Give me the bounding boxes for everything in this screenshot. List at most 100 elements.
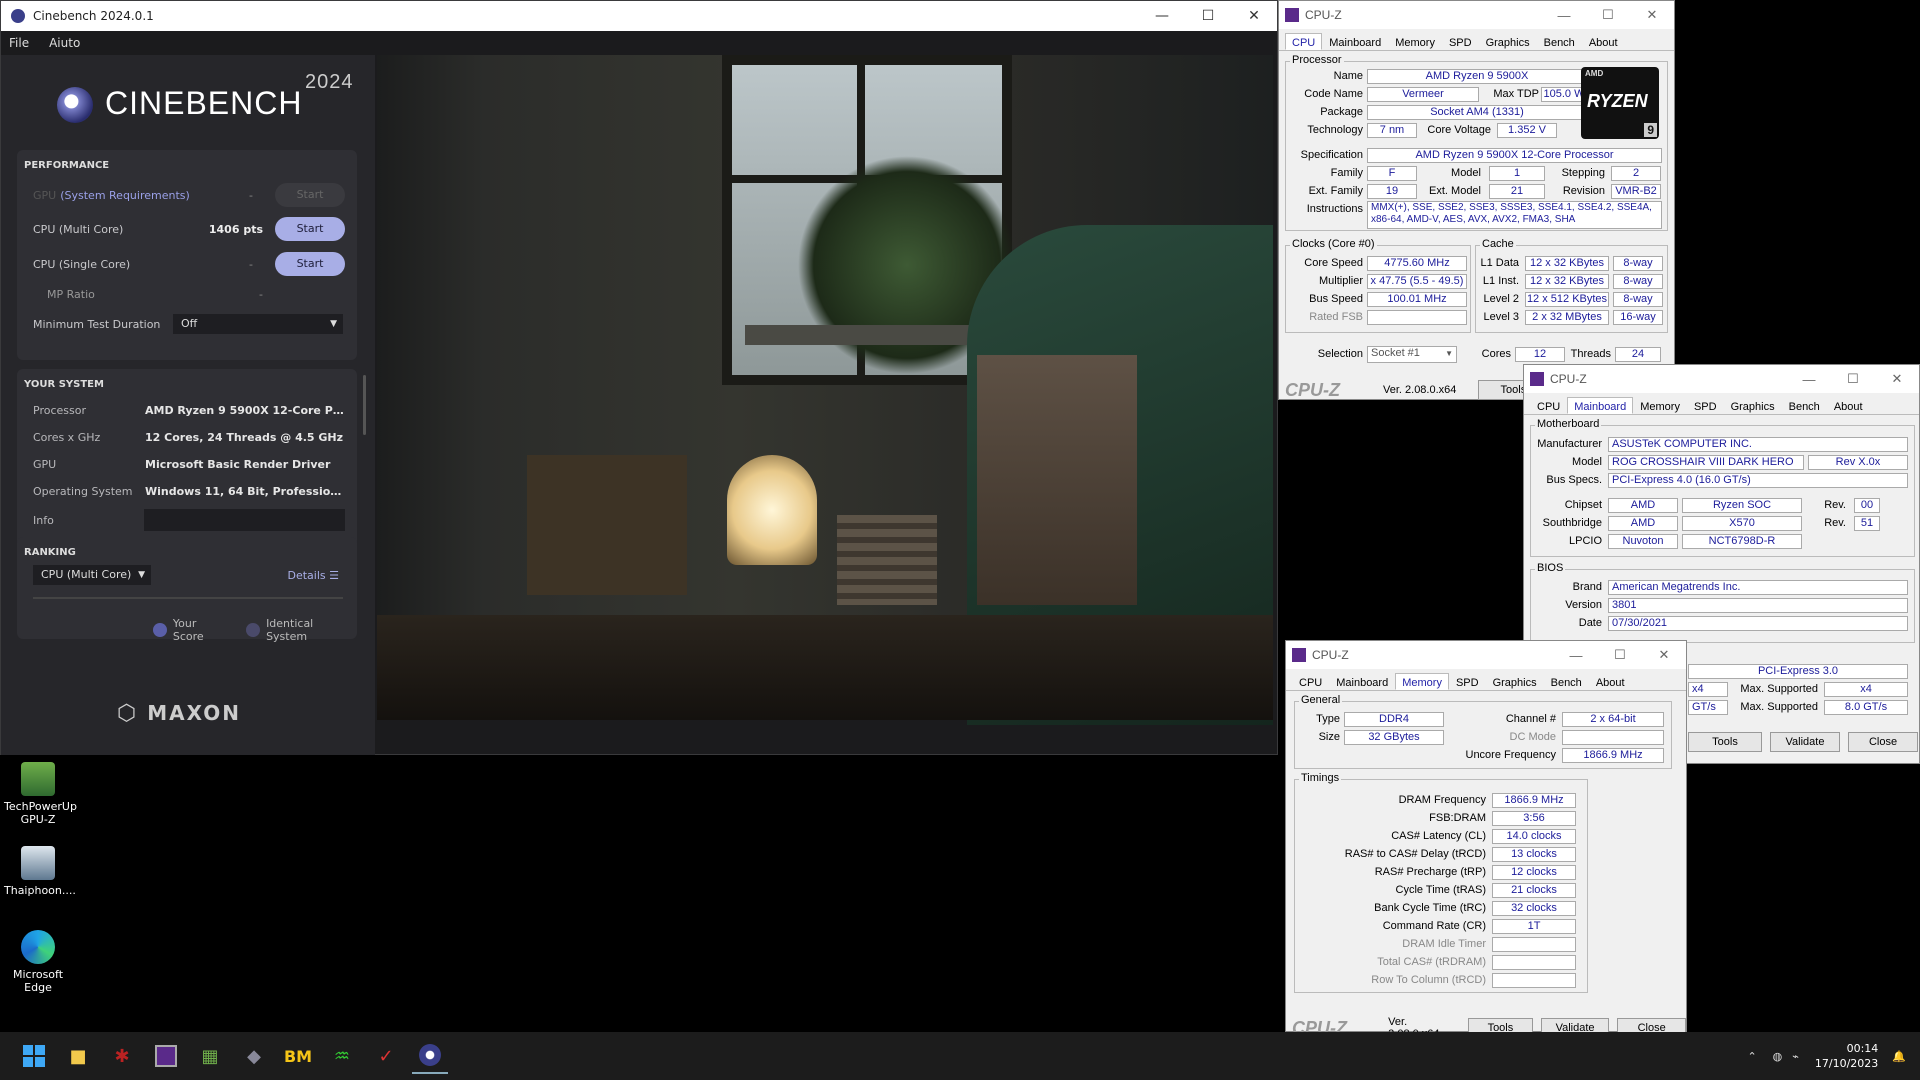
tab-memory[interactable]: Memory (1388, 33, 1442, 50)
desktop-icon-gpuz[interactable]: TechPowerUp GPU-Z (4, 762, 77, 826)
taskbar-app[interactable]: ✱ (104, 1038, 140, 1074)
desktop-icon-thaiphoon[interactable]: Thaiphoon.... (4, 846, 76, 897)
mp-ratio-label: MP Ratio (47, 287, 95, 301)
ryzen-badge-text: RYZEN (1587, 91, 1648, 111)
minimize-button[interactable]: — (1542, 8, 1586, 23)
chipset-label: Chipset (1564, 499, 1602, 511)
group-label: Clocks (Core #0) (1290, 238, 1377, 250)
tab-spd[interactable]: SPD (1687, 397, 1724, 414)
cpu-multi-label: CPU (Multi Core) (33, 222, 124, 236)
timing-value: 1T (1492, 919, 1576, 934)
close-dialog-button[interactable]: Close (1848, 732, 1918, 752)
close-button[interactable]: ✕ (1642, 647, 1686, 663)
maximize-button[interactable]: ☐ (1831, 371, 1875, 387)
close-button[interactable]: ✕ (1630, 7, 1674, 23)
cpuz-titlebar: CPU-Z — ☐ ✕ (1279, 1, 1674, 29)
tab-about[interactable]: About (1589, 673, 1632, 690)
gpuz-icon (21, 762, 55, 796)
tab-graphics[interactable]: Graphics (1724, 397, 1782, 414)
tab-mainboard[interactable]: Mainboard (1322, 33, 1388, 50)
cinebench-logo: CINEBENCH 2024 (57, 71, 353, 123)
minimize-button[interactable]: — (1787, 372, 1831, 387)
timing-label: Row To Column (tRCD) (1371, 974, 1486, 986)
clock[interactable]: 00:14 17/10/2023 (1815, 1041, 1878, 1071)
cpuz-tabs: CPU Mainboard Memory SPD Graphics Bench … (1524, 393, 1919, 415)
taskbar-cpuz[interactable] (148, 1038, 184, 1074)
rated-fsb (1367, 310, 1467, 325)
tab-about[interactable]: About (1582, 33, 1625, 50)
channel-label: Channel # (1505, 713, 1556, 725)
bios-brand: American Megatrends Inc. (1608, 580, 1908, 595)
close-button[interactable]: ✕ (1875, 371, 1919, 387)
level3-label: Level 3 (1483, 311, 1519, 323)
ranking-select[interactable]: CPU (Multi Core) ▼ (33, 565, 151, 585)
info-field[interactable] (144, 509, 345, 531)
tab-cpu[interactable]: CPU (1292, 673, 1329, 690)
taskbar-monitor[interactable]: ♒ (324, 1038, 360, 1074)
render-viewport (377, 55, 1273, 725)
maximize-button[interactable]: ☐ (1586, 7, 1630, 23)
tab-mainboard[interactable]: Mainboard (1567, 397, 1634, 414)
notification-icon[interactable]: 🔔 (1892, 1050, 1906, 1063)
minimize-button[interactable]: — (1139, 8, 1185, 24)
tab-spd[interactable]: SPD (1442, 33, 1479, 50)
mp-ratio-value: - (259, 287, 263, 301)
sidebar-scrollbar[interactable] (363, 375, 366, 435)
minimize-button[interactable]: — (1554, 648, 1598, 663)
tab-bench[interactable]: Bench (1544, 673, 1589, 690)
min-test-select[interactable]: Off ▼ (173, 314, 343, 334)
validate-button[interactable]: Validate (1770, 732, 1840, 752)
codename-label: Code Name (1304, 88, 1363, 100)
cpu-single-start-button[interactable]: Start (275, 252, 345, 276)
globe-icon[interactable]: ◍ (1773, 1050, 1783, 1063)
instructions-line: x86-64, AMD-V, AES, AVX, AVX2, FMA3, SHA (1371, 214, 1576, 225)
gpu-start-button[interactable]: Start (275, 183, 345, 207)
tab-cpu[interactable]: CPU (1285, 33, 1323, 50)
desktop-icon-label: GPU-Z (20, 813, 56, 826)
ext-model-label: Ext. Model (1429, 185, 1481, 197)
maximize-button[interactable]: ☐ (1185, 8, 1231, 24)
taskbar-cinebench[interactable] (412, 1038, 448, 1074)
tab-bench[interactable]: Bench (1537, 33, 1582, 50)
taskbar-gpuz[interactable]: ▦ (192, 1038, 228, 1074)
tab-memory[interactable]: Memory (1633, 397, 1687, 414)
taskbar-app[interactable]: ✓ (368, 1038, 404, 1074)
red-chip-icon: ✱ (114, 1045, 130, 1067)
tools-button[interactable]: Tools (1688, 732, 1762, 752)
cpuz-memory-window: CPU-Z — ☐ ✕ CPU Mainboard Memory SPD Gra… (1285, 640, 1687, 1040)
menu-file[interactable]: File (9, 36, 29, 50)
tab-graphics[interactable]: Graphics (1479, 33, 1537, 50)
tab-graphics[interactable]: Graphics (1486, 673, 1544, 690)
system-key: Cores x GHz (33, 430, 101, 444)
memory-size: 32 GBytes (1344, 730, 1444, 745)
tab-spd[interactable]: SPD (1449, 673, 1486, 690)
timing-label: RAS# Precharge (tRP) (1374, 866, 1486, 878)
dc-mode-label: DC Mode (1509, 731, 1556, 743)
tab-bench[interactable]: Bench (1782, 397, 1827, 414)
ext-model: 21 (1489, 184, 1545, 199)
selection-label: Selection (1317, 348, 1363, 360)
cinebench-window: Cinebench 2024.0.1 — ☐ ✕ File Aiuto CINE… (0, 0, 1278, 755)
threads-label: Threads (1570, 348, 1611, 360)
cpu-multi-start-button[interactable]: Start (275, 217, 345, 241)
taskbar-benchmate[interactable]: BM (280, 1038, 316, 1074)
level2-ways: 8-way (1613, 292, 1663, 307)
ranking-details-link[interactable]: Details ☰ (287, 569, 339, 582)
tab-mainboard[interactable]: Mainboard (1329, 673, 1395, 690)
menu-aiuto[interactable]: Aiuto (49, 36, 80, 50)
desktop-icon-label: Thaiphoon.... (4, 884, 76, 897)
network-icon[interactable]: ⌁ (1792, 1050, 1799, 1063)
chevron-up-icon[interactable]: ⌃ (1747, 1050, 1756, 1063)
gpu-system-requirements-link[interactable]: (System Requirements) (60, 189, 190, 202)
socket-select[interactable]: Socket #1 ▼ (1367, 346, 1457, 363)
maximize-button[interactable]: ☐ (1598, 647, 1642, 663)
taskbar-thaiphoon[interactable]: ◆ (236, 1038, 272, 1074)
tab-cpu[interactable]: CPU (1530, 397, 1567, 414)
close-button[interactable]: ✕ (1231, 8, 1277, 24)
desktop-icon-edge[interactable]: Microsoft Edge (4, 930, 72, 994)
stepping: 2 (1611, 166, 1661, 181)
tab-memory[interactable]: Memory (1395, 673, 1449, 690)
start-button[interactable] (16, 1038, 52, 1074)
tab-about[interactable]: About (1827, 397, 1870, 414)
taskbar-file-explorer[interactable]: ■ (60, 1038, 96, 1074)
